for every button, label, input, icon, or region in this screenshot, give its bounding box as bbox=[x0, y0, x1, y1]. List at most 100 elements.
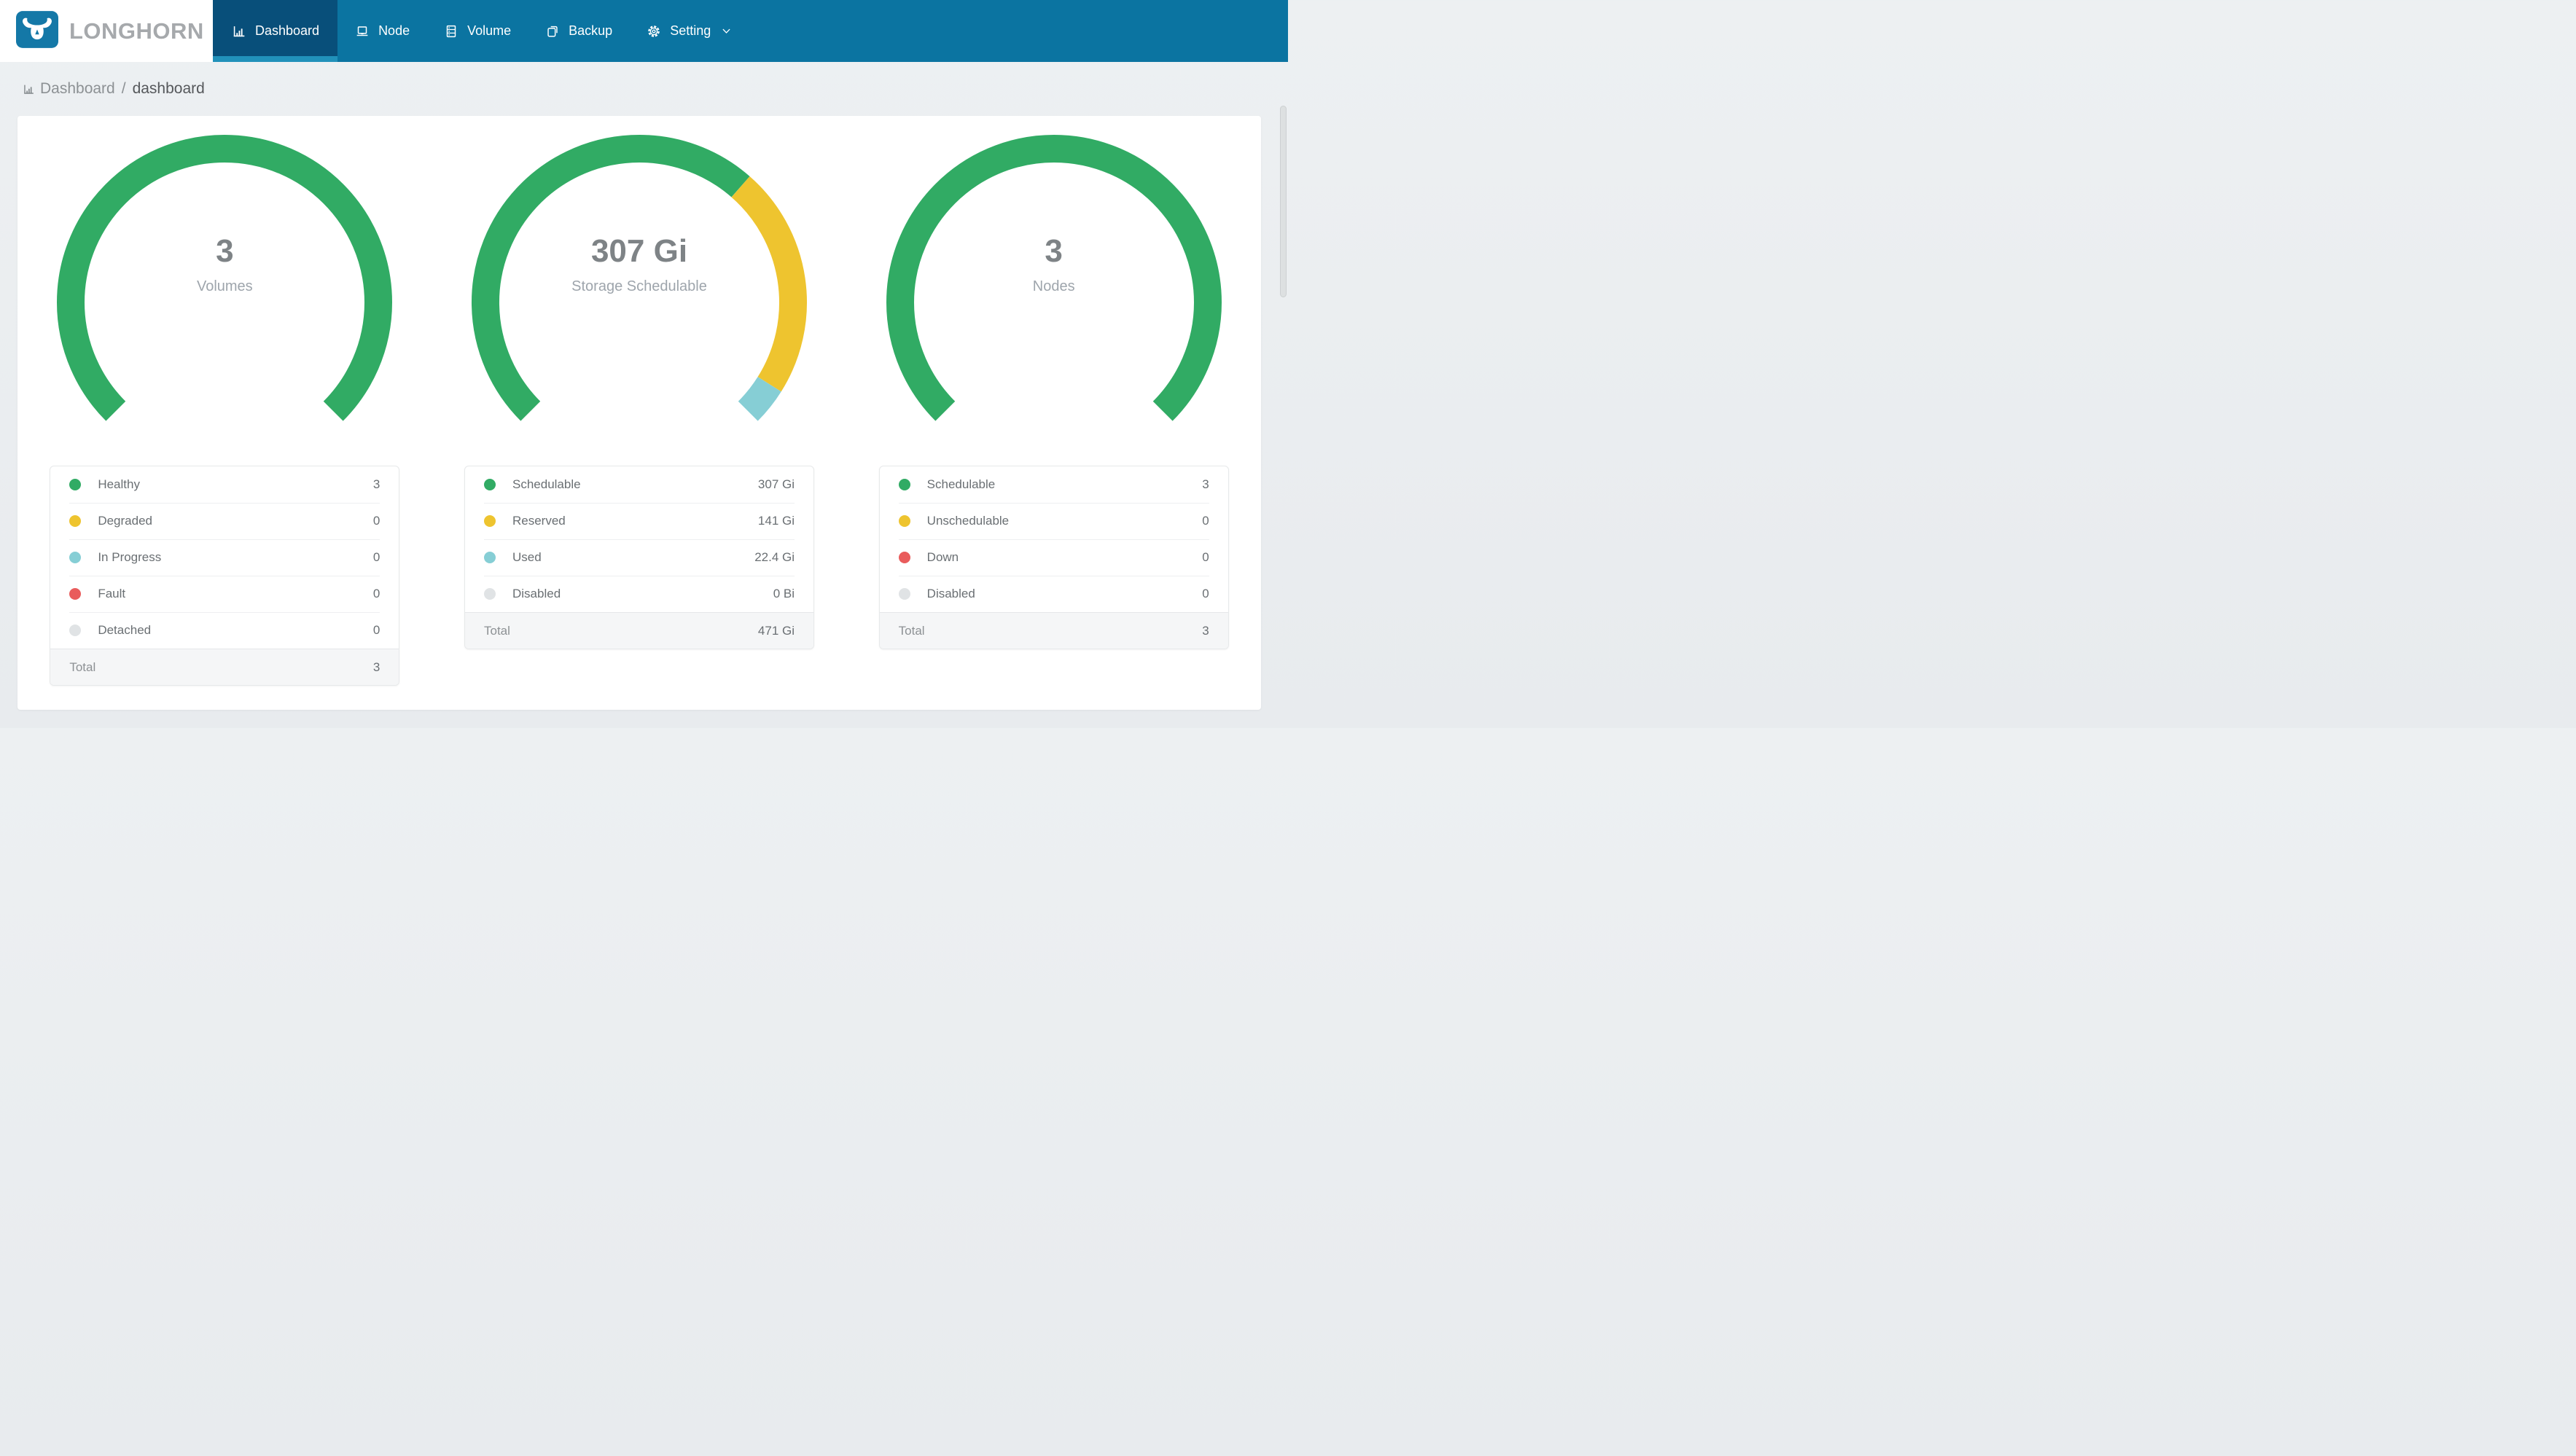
reserved-status-dot bbox=[484, 515, 496, 527]
legend-row-degraded: Degraded 0 bbox=[50, 503, 399, 539]
nodes-gauge: 3 Nodes bbox=[872, 120, 1236, 434]
backup-icon bbox=[545, 23, 561, 39]
longhorn-logo-icon bbox=[16, 10, 58, 52]
legend-value: 0 bbox=[1202, 514, 1209, 528]
legend-row-down: Down 0 bbox=[880, 539, 1228, 576]
legend-label: Detached bbox=[98, 623, 152, 637]
volumes-gauge-arc bbox=[57, 135, 393, 421]
nav-tab-label: Setting bbox=[670, 23, 711, 38]
legend-label: Disabled bbox=[512, 587, 561, 600]
storage-legend-table: Schedulable 307 Gi Reserved 141 Gi Used … bbox=[464, 466, 814, 649]
vertical-scrollbar-thumb[interactable] bbox=[1280, 106, 1287, 297]
nav-tab-dashboard[interactable]: Dashboard bbox=[213, 0, 338, 62]
breadcrumb-separator: / bbox=[121, 80, 126, 97]
total-value: 3 bbox=[1202, 623, 1209, 638]
nav-tab-volume[interactable]: Volume bbox=[426, 0, 528, 62]
volumes-column: 3 Volumes Healthy 3 Degraded 0 In Progre… bbox=[17, 116, 432, 710]
legend-label: Unschedulable bbox=[926, 514, 1010, 528]
legend-row-fault: Fault 0 bbox=[50, 576, 399, 612]
legend-label: Schedulable bbox=[926, 477, 996, 491]
legend-row-schedulable: Schedulable 3 bbox=[880, 466, 1228, 503]
main-nav: Dashboard Node Volume Backup Setting bbox=[213, 0, 749, 62]
breadcrumb-current-page: dashboard bbox=[132, 80, 205, 97]
legend-label: Reserved bbox=[512, 514, 566, 528]
top-header: LONGHORN Dashboard Node Volume Backup Se… bbox=[0, 0, 1288, 62]
legend-row-detached: Detached 0 bbox=[50, 612, 399, 649]
used-status-dot bbox=[484, 552, 496, 563]
legend-value: 141 Gi bbox=[757, 514, 795, 528]
dashboard-breadcrumb-icon bbox=[22, 82, 36, 96]
legend-value: 0 bbox=[372, 550, 380, 564]
legend-row-reserved: Reserved 141 Gi bbox=[465, 503, 813, 539]
schedulable-status-dot bbox=[898, 479, 910, 490]
degraded-status-dot bbox=[69, 515, 82, 527]
legend-label: Used bbox=[512, 550, 542, 564]
legend-value: 22.4 Gi bbox=[754, 550, 795, 564]
nav-tab-backup[interactable]: Backup bbox=[528, 0, 629, 62]
volume-icon bbox=[443, 23, 459, 39]
legend-label: Schedulable bbox=[512, 477, 581, 491]
legend-label: In Progress bbox=[98, 550, 162, 564]
healthy-status-dot bbox=[69, 479, 82, 490]
disabled-status-dot bbox=[898, 588, 910, 600]
in-progress-status-dot bbox=[69, 552, 82, 563]
legend-label: Fault bbox=[98, 587, 126, 600]
legend-value: 3 bbox=[1202, 477, 1209, 491]
dashboard-card: 3 Volumes Healthy 3 Degraded 0 In Progre… bbox=[17, 116, 1261, 710]
total-label: Total bbox=[484, 623, 510, 638]
nodes-gauge-arc bbox=[886, 135, 1222, 421]
nodes-column: 3 Nodes Schedulable 3 Unschedulable 0 Do… bbox=[846, 116, 1261, 710]
legend-value: 0 bbox=[1202, 550, 1209, 564]
breadcrumb: Dashboard / dashboard bbox=[0, 62, 1288, 116]
schedulable-status-dot bbox=[484, 479, 496, 490]
nav-tab-setting[interactable]: Setting bbox=[629, 0, 749, 62]
legend-row-disabled: Disabled 0 Bi bbox=[465, 576, 813, 612]
detached-status-dot bbox=[69, 625, 82, 636]
unschedulable-status-dot bbox=[898, 515, 910, 527]
nav-tab-label: Volume bbox=[467, 23, 512, 38]
storage-gauge: 307 Gi Storage Schedulable bbox=[457, 120, 821, 434]
legend-label: Degraded bbox=[98, 514, 152, 528]
storage-gauge-arc bbox=[471, 135, 807, 421]
legend-row-in-progress: In Progress 0 bbox=[50, 539, 399, 576]
storage-column: 307 Gi Storage Schedulable Schedulable 3… bbox=[432, 116, 847, 710]
legend-row-unschedulable: Unschedulable 0 bbox=[880, 503, 1228, 539]
nodes-legend-table: Schedulable 3 Unschedulable 0 Down 0 Dis… bbox=[878, 466, 1229, 649]
legend-value: 0 bbox=[372, 514, 380, 528]
volumes-gauge: 3 Volumes bbox=[42, 120, 407, 434]
total-label: Total bbox=[69, 659, 96, 674]
legend-row-schedulable: Schedulable 307 Gi bbox=[465, 466, 813, 503]
chevron-down-icon bbox=[720, 25, 733, 37]
legend-total-row: Total 3 bbox=[50, 649, 399, 685]
breadcrumb-section-link[interactable]: Dashboard bbox=[40, 80, 115, 98]
nav-tab-node[interactable]: Node bbox=[337, 0, 426, 62]
legend-value: 0 Bi bbox=[773, 587, 795, 600]
legend-row-disabled: Disabled 0 bbox=[880, 576, 1228, 612]
legend-total-row: Total 471 Gi bbox=[465, 612, 813, 649]
down-status-dot bbox=[898, 552, 910, 563]
total-value: 471 Gi bbox=[757, 623, 795, 638]
legend-value: 0 bbox=[1202, 587, 1209, 600]
fault-status-dot bbox=[69, 588, 82, 600]
longhorn-dashboard-page: { "brand": { "name": "LONGHORN" }, "nav"… bbox=[0, 0, 1288, 728]
logo-link[interactable]: LONGHORN bbox=[0, 0, 213, 62]
setting-icon bbox=[646, 23, 662, 39]
node-icon bbox=[354, 23, 370, 39]
nav-tab-label: Dashboard bbox=[255, 23, 320, 38]
legend-value: 0 bbox=[372, 623, 380, 637]
volumes-legend-table: Healthy 3 Degraded 0 In Progress 0 Fault… bbox=[50, 466, 400, 686]
nav-tab-label: Backup bbox=[569, 23, 613, 38]
total-label: Total bbox=[898, 623, 925, 638]
brand-name: LONGHORN bbox=[69, 17, 204, 44]
legend-row-used: Used 22.4 Gi bbox=[465, 539, 813, 576]
dashboard-icon bbox=[231, 23, 247, 39]
nav-tab-label: Node bbox=[378, 23, 410, 38]
legend-total-row: Total 3 bbox=[879, 612, 1228, 649]
disabled-status-dot bbox=[484, 588, 496, 600]
legend-value: 0 bbox=[372, 587, 380, 600]
legend-value: 3 bbox=[372, 477, 380, 491]
legend-label: Healthy bbox=[98, 477, 140, 491]
legend-value: 307 Gi bbox=[757, 477, 795, 491]
legend-label: Down bbox=[926, 550, 959, 564]
total-value: 3 bbox=[372, 659, 380, 674]
